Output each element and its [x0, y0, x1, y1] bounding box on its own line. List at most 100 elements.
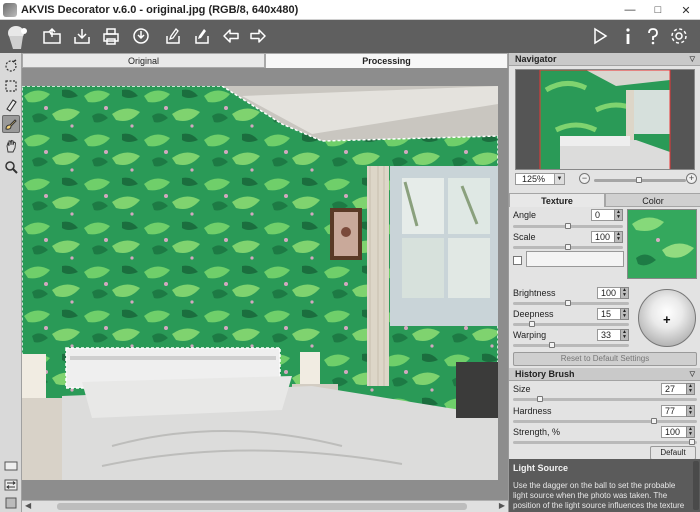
maximize-button[interactable]: □ [644, 0, 672, 20]
brightness-field[interactable]: 100 ▲ ▼ [597, 287, 629, 299]
print-icon[interactable] [99, 24, 123, 48]
hardness-slider[interactable] [513, 418, 697, 424]
hardness-slider-knob[interactable] [651, 418, 657, 424]
tab-texture[interactable]: Texture [509, 193, 605, 207]
size-slider[interactable] [513, 396, 697, 402]
zoom-slider-knob[interactable] [636, 177, 642, 183]
hardness-label: Hardness [513, 406, 552, 416]
warping-slider[interactable] [513, 342, 629, 348]
history-brush-title: History Brush [515, 369, 575, 379]
size-slider-knob[interactable] [537, 396, 543, 402]
hardness-value: 77 [665, 406, 676, 416]
deepness-field[interactable]: 15 ▲ ▼ [597, 308, 629, 320]
texture-path-field[interactable] [526, 251, 624, 267]
navigator-header[interactable]: Navigator ▽ [509, 53, 700, 66]
view-split-icon[interactable] [2, 494, 20, 512]
zoom-icon[interactable] [2, 158, 20, 176]
brightness-slider-knob[interactable] [565, 300, 571, 306]
tab-original[interactable]: Original [22, 53, 265, 68]
spinner-icon[interactable]: ▲ ▼ [686, 383, 695, 395]
hand-icon[interactable] [2, 137, 20, 155]
save-icon[interactable] [70, 24, 94, 48]
export-preset-icon[interactable] [190, 24, 214, 48]
scroll-thumb[interactable] [57, 503, 467, 510]
view-single-icon[interactable] [2, 457, 20, 475]
angle-value: 0 [595, 210, 601, 220]
scale-field[interactable]: 100 ▲ ▼ [591, 231, 623, 243]
scroll-left-icon[interactable]: ◀ [25, 501, 31, 510]
navigator-preview[interactable] [515, 69, 695, 170]
reset-to-default-button[interactable]: Reset to Default Settings [513, 352, 697, 366]
spinner-icon[interactable]: ▲ ▼ [620, 287, 629, 299]
open-icon[interactable] [40, 24, 64, 48]
zoom-value: 125% [522, 174, 546, 184]
zoom-out-button[interactable]: − [579, 173, 590, 184]
texture-checkbox[interactable] [513, 256, 522, 265]
light-dagger-icon[interactable]: + [663, 312, 671, 327]
import-preset-icon[interactable] [161, 24, 185, 48]
spinner-icon[interactable]: ▲ ▼ [620, 329, 629, 341]
spinner-icon[interactable]: ▲ ▼ [620, 308, 629, 320]
undo-icon[interactable] [219, 24, 243, 48]
scale-slider-knob[interactable] [565, 244, 571, 250]
warping-label: Warping [513, 330, 547, 340]
info-icon[interactable] [616, 24, 640, 48]
deepness-slider-knob[interactable] [529, 321, 535, 327]
strength-slider-knob[interactable] [689, 439, 695, 445]
help-panel: Light Source Use the dagger on the ball … [509, 459, 700, 512]
minimize-button[interactable]: — [616, 0, 644, 20]
processed-photo [22, 86, 498, 480]
image-canvas[interactable] [22, 68, 508, 500]
scroll-right-icon[interactable]: ▶ [499, 501, 505, 510]
spinner-icon[interactable]: ▲ ▼ [614, 209, 623, 221]
warping-slider-knob[interactable] [549, 342, 555, 348]
brightness-slider[interactable] [513, 300, 629, 306]
default-button[interactable]: Default [650, 446, 696, 460]
warping-value: 33 [601, 330, 612, 340]
deepness-value: 15 [601, 309, 612, 319]
history-brush-header[interactable]: History Brush ▽ [509, 368, 700, 381]
chevron-down-icon[interactable]: ▼ [554, 174, 564, 184]
tools-panel [0, 53, 22, 512]
angle-field[interactable]: 0 ▲ ▼ [591, 209, 623, 221]
tab-color[interactable]: Color [605, 193, 700, 207]
size-field[interactable]: 27 ▲ ▼ [661, 383, 695, 395]
strength-field[interactable]: 100 ▲ ▼ [661, 426, 695, 438]
spinner-icon[interactable]: ▲ ▼ [614, 231, 623, 243]
help-scrollbar[interactable] [693, 461, 699, 510]
zoom-slider[interactable] [594, 177, 686, 183]
redo-icon[interactable] [246, 24, 270, 48]
selection-brush-icon[interactable] [2, 57, 20, 75]
zoom-select[interactable]: 125% ▼ [515, 173, 565, 185]
deepness-slider[interactable] [513, 321, 629, 327]
angle-slider-knob[interactable] [565, 223, 571, 229]
run-icon[interactable] [588, 24, 612, 48]
rect-selection-icon[interactable] [2, 77, 20, 95]
scale-label: Scale [513, 232, 536, 242]
zoom-in-button[interactable]: + [686, 173, 697, 184]
chevron-down-icon[interactable]: ▽ [690, 368, 695, 381]
strength-slider[interactable] [513, 439, 697, 445]
texture-thumbnail[interactable] [627, 209, 697, 279]
eraser-icon[interactable] [2, 96, 20, 114]
settings-icon[interactable] [667, 24, 691, 48]
view-swap-icon[interactable] [2, 476, 20, 494]
share-icon[interactable] [129, 24, 153, 48]
spinner-icon[interactable]: ▲ ▼ [686, 426, 695, 438]
angle-slider[interactable] [513, 223, 623, 229]
spinner-icon[interactable]: ▲ ▼ [686, 405, 695, 417]
akvis-logo [3, 22, 33, 52]
close-button[interactable]: ✕ [672, 0, 700, 20]
light-source-ball[interactable]: + [638, 289, 696, 347]
horizontal-scrollbar[interactable]: ◀ ▶ [22, 500, 508, 512]
help-text: Use the dagger on the ball to set the pr… [513, 481, 685, 510]
hardness-field[interactable]: 77 ▲ ▼ [661, 405, 695, 417]
warping-field[interactable]: 33 ▲ ▼ [597, 329, 629, 341]
tab-processing[interactable]: Processing [265, 53, 508, 68]
history-brush-icon[interactable] [2, 115, 20, 133]
scale-slider[interactable] [513, 244, 623, 250]
chevron-down-icon[interactable]: ▽ [690, 53, 695, 66]
help-icon[interactable] [641, 24, 665, 48]
window-title: AKVIS Decorator v.6.0 - original.jpg (RG… [21, 3, 299, 16]
texture-color-tabs: Texture Color [509, 193, 700, 207]
